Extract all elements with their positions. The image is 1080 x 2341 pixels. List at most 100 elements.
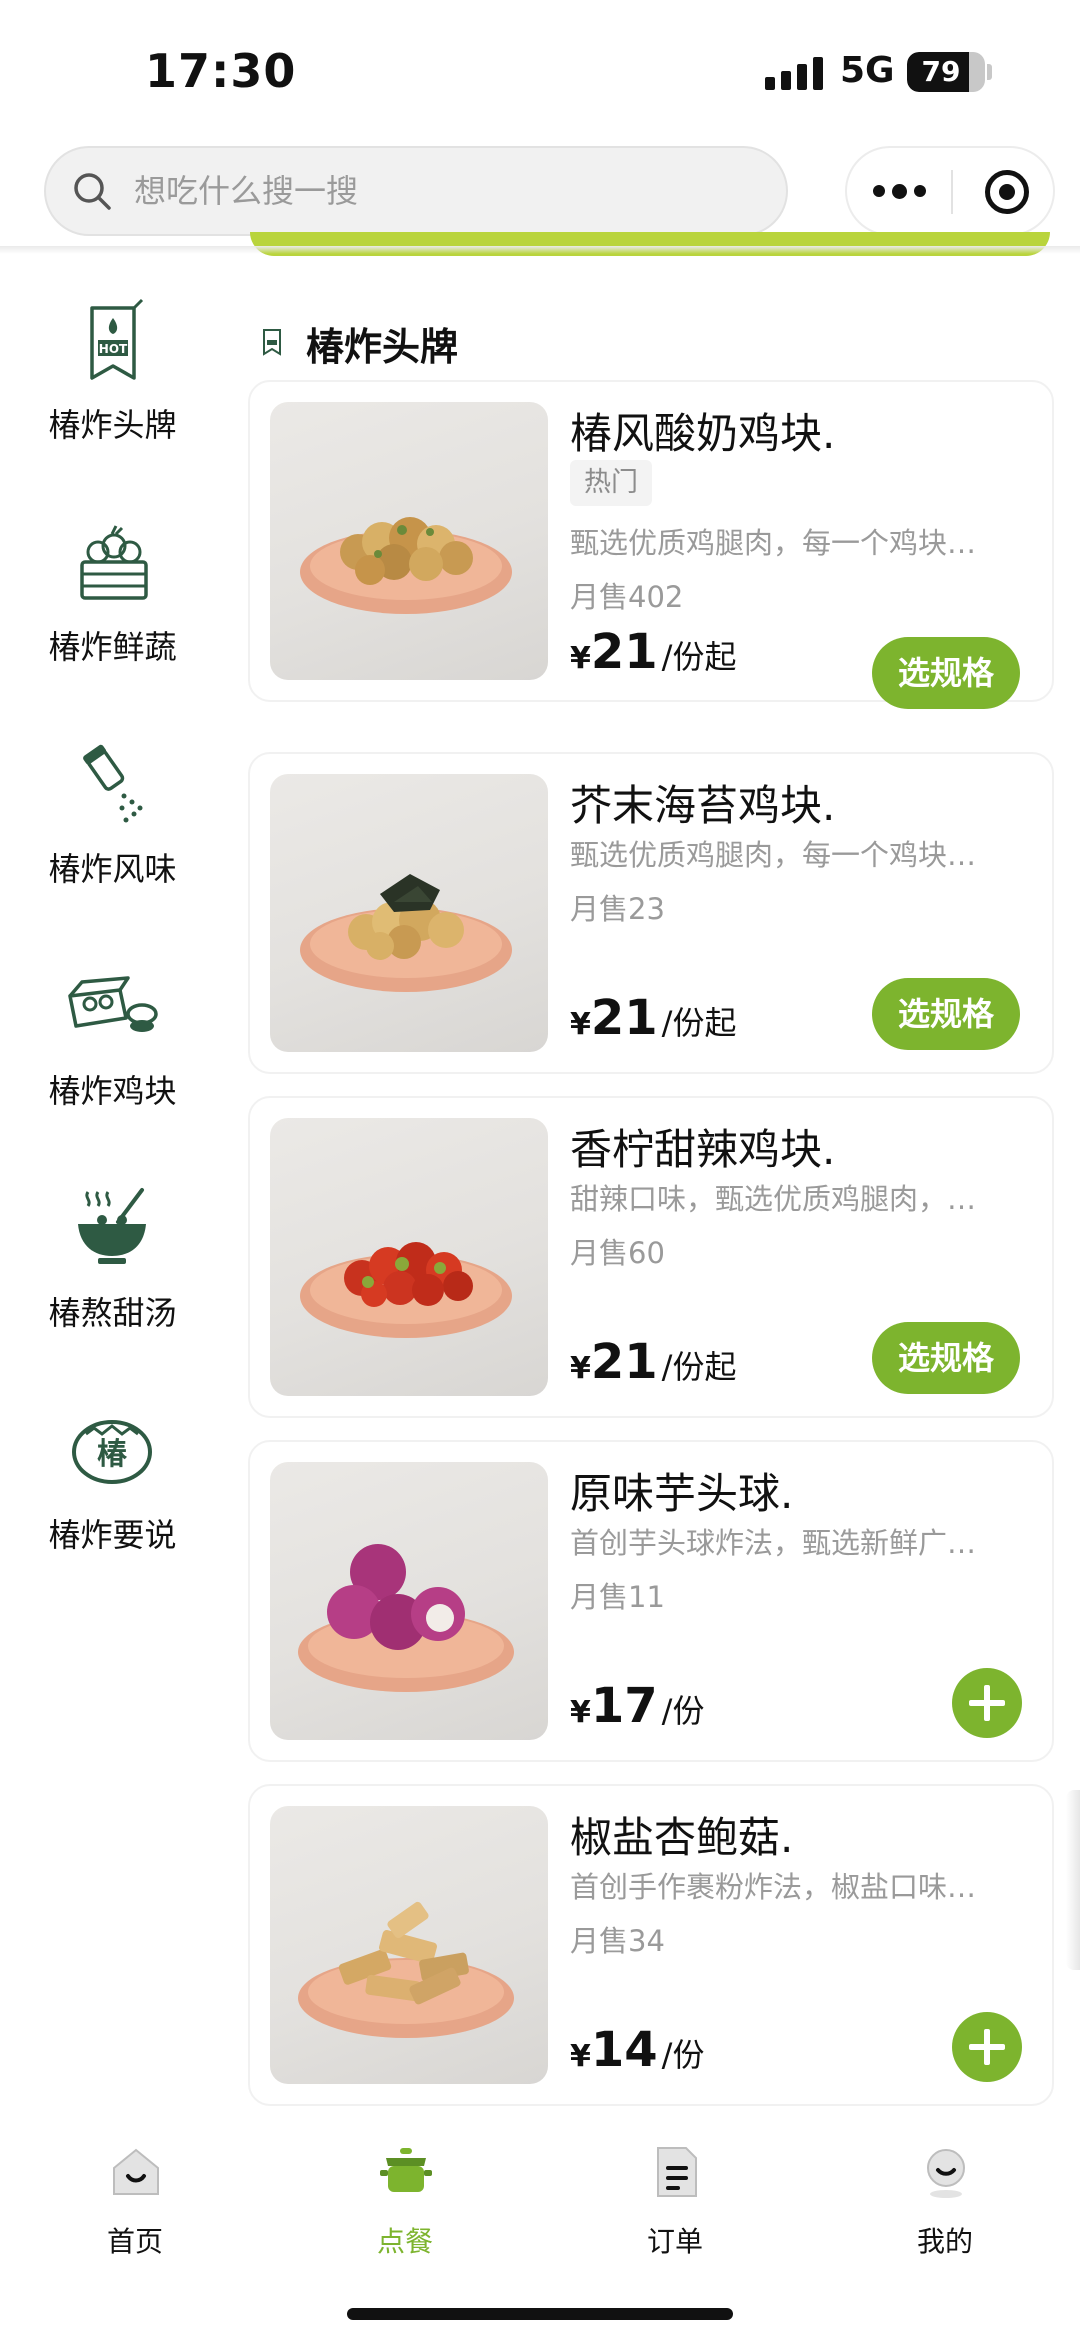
sidebar-item-chunao-tiantang[interactable]: 椿熬甜汤: [0, 1148, 225, 1368]
search-icon: [74, 173, 111, 210]
cart-drawer-handle[interactable]: [1066, 1790, 1080, 1970]
sidebar-item-chunzha-xianshu[interactable]: 椿炸鲜蔬: [0, 482, 225, 702]
tab-orders[interactable]: 订单: [540, 2136, 810, 2276]
tab-order-food[interactable]: 点餐: [270, 2136, 540, 2276]
product-price: ¥21/份起: [570, 1334, 736, 1390]
battery-icon: 79: [907, 52, 985, 92]
product-monthly-sales: 月售402: [570, 580, 684, 614]
add-to-cart-button[interactable]: [952, 1668, 1022, 1738]
tab-label: 订单: [646, 2225, 703, 2258]
price-unit: /份起: [661, 638, 737, 676]
product-card[interactable]: 椿风酸奶鸡块. 热门 甄选优质鸡腿肉，每一个鸡块… 月售402 ¥21/份起 选…: [248, 380, 1054, 709]
sidebar-item-label: 椿炸鲜蔬: [48, 628, 177, 666]
sidebar-item-label: 椿熬甜汤: [48, 1294, 177, 1332]
product-description: 甄选优质鸡腿肉，每一个鸡块…: [570, 526, 977, 560]
soup-bowl-icon: [78, 1188, 146, 1264]
search-bar[interactable]: [44, 146, 788, 236]
sidebar-item-label: 椿炸要说: [48, 1516, 177, 1554]
tab-home[interactable]: 首页: [0, 2136, 270, 2276]
takeout-box-icon: [68, 976, 158, 1032]
status-time: 17:30: [145, 44, 297, 98]
product-monthly-sales: 月售60: [570, 1236, 665, 1270]
price-currency: ¥: [570, 1351, 591, 1386]
product-image: [270, 402, 548, 680]
chun-badge-icon: 椿: [72, 1420, 152, 1484]
product-description: 甄选优质鸡腿肉，每一个鸡块…: [570, 838, 977, 872]
product-name: 芥末海苔鸡块.: [570, 781, 836, 830]
capsule-divider: [951, 170, 953, 214]
sidebar-item-label: 椿炸头牌: [48, 406, 177, 444]
product-price: ¥14/份: [570, 2022, 704, 2078]
order-doc-icon: [657, 2147, 697, 2197]
salt-shaker-icon: [83, 744, 143, 823]
header-shadow: [0, 246, 1080, 254]
signal-icon: [765, 56, 825, 90]
price-value: 17: [590, 1678, 658, 1734]
svg-text:HOT: HOT: [99, 342, 128, 356]
sidebar-item-label: 椿炸鸡块: [48, 1072, 177, 1110]
more-dots-icon[interactable]: [847, 148, 951, 234]
product-price: ¥21/份起: [570, 990, 736, 1046]
price-currency: ¥: [570, 2039, 591, 2074]
tab-label: 我的: [916, 2225, 973, 2258]
price-value: 21: [590, 990, 658, 1046]
price-value: 21: [590, 1334, 658, 1390]
tab-label: 点餐: [376, 2225, 433, 2258]
product-card[interactable]: 芥末海苔鸡块. 甄选优质鸡腿肉，每一个鸡块… 月售23 ¥21/份起 选规格: [248, 752, 1054, 1074]
product-image: [270, 774, 548, 1052]
product-price: ¥17/份: [570, 1678, 704, 1734]
svg-text:椿: 椿: [97, 1437, 128, 1472]
profile-icon: [927, 2149, 965, 2198]
add-to-cart-button[interactable]: [952, 2012, 1022, 2082]
select-spec-button[interactable]: 选规格: [872, 637, 1020, 709]
search-input[interactable]: [134, 148, 754, 234]
battery-level: 79: [921, 55, 961, 88]
product-name: 香柠甜辣鸡块.: [570, 1125, 836, 1174]
hot-flag-icon: [263, 329, 281, 356]
sidebar-item-chunzha-jikuai[interactable]: 椿炸鸡块: [0, 926, 225, 1146]
product-name: 椒盐杏鲍菇.: [570, 1813, 794, 1862]
product-description: 首创芋头球炸法，甄选新鲜广…: [570, 1526, 977, 1560]
network-type: 5G: [840, 50, 895, 91]
tab-label: 首页: [106, 2225, 163, 2258]
product-description: 甜辣口味，甄选优质鸡腿肉，…: [570, 1182, 977, 1216]
pot-icon: [380, 2148, 432, 2192]
home-indicator[interactable]: [347, 2308, 733, 2320]
product-monthly-sales: 月售11: [570, 1580, 665, 1614]
select-spec-button[interactable]: 选规格: [872, 1322, 1020, 1394]
status-bar: 17:30 5G 79: [0, 0, 1080, 140]
sidebar-item-chunzha-toupai[interactable]: HOT 椿炸头牌: [0, 260, 225, 480]
target-close-icon[interactable]: [985, 170, 1029, 214]
product-price: ¥21/份起: [570, 624, 736, 680]
select-spec-button[interactable]: 选规格: [872, 978, 1020, 1050]
price-unit: /份起: [661, 1348, 737, 1386]
price-unit: /份: [661, 1692, 705, 1730]
price-unit: /份起: [661, 1004, 737, 1042]
price-value: 14: [590, 2022, 658, 2078]
product-image: [270, 1462, 548, 1740]
sidebar-item-chunzha-fengwei[interactable]: 椿炸风味: [0, 704, 225, 924]
product-name: 原味芋头球.: [570, 1469, 794, 1518]
product-description: 首创手作裹粉炸法，椒盐口味…: [570, 1870, 977, 1904]
sidebar-item-chunzha-yaoshuo[interactable]: 椿 椿炸要说: [0, 1370, 225, 1590]
product-tag: 热门: [570, 460, 652, 506]
home-icon: [113, 2148, 159, 2195]
price-value: 21: [590, 624, 658, 680]
product-monthly-sales: 月售23: [570, 892, 665, 926]
product-name: 椿风酸奶鸡块.: [570, 409, 836, 458]
product-image: [270, 1118, 548, 1396]
price-currency: ¥: [570, 1695, 591, 1730]
product-card[interactable]: 原味芋头球. 首创芋头球炸法，甄选新鲜广… 月售11 ¥17/份: [248, 1440, 1054, 1762]
product-card[interactable]: 椒盐杏鲍菇. 首创手作裹粉炸法，椒盐口味… 月售34 ¥14/份: [248, 1784, 1054, 2106]
product-monthly-sales: 月售34: [570, 1924, 665, 1958]
tab-profile[interactable]: 我的: [810, 2136, 1080, 2276]
battery-cap: [987, 64, 992, 80]
product-card[interactable]: 香柠甜辣鸡块. 甜辣口味，甄选优质鸡腿肉，… 月售60 ¥21/份起 选规格: [248, 1096, 1054, 1418]
price-unit: /份: [661, 2036, 705, 2074]
price-currency: ¥: [570, 1007, 591, 1042]
mini-program-capsule: [845, 146, 1055, 236]
section-title: 椿炸头牌: [306, 325, 459, 369]
vegetable-basket-icon: [80, 525, 148, 600]
hot-flag-icon: HOT: [90, 298, 144, 380]
sidebar-item-label: 椿炸风味: [48, 850, 177, 888]
